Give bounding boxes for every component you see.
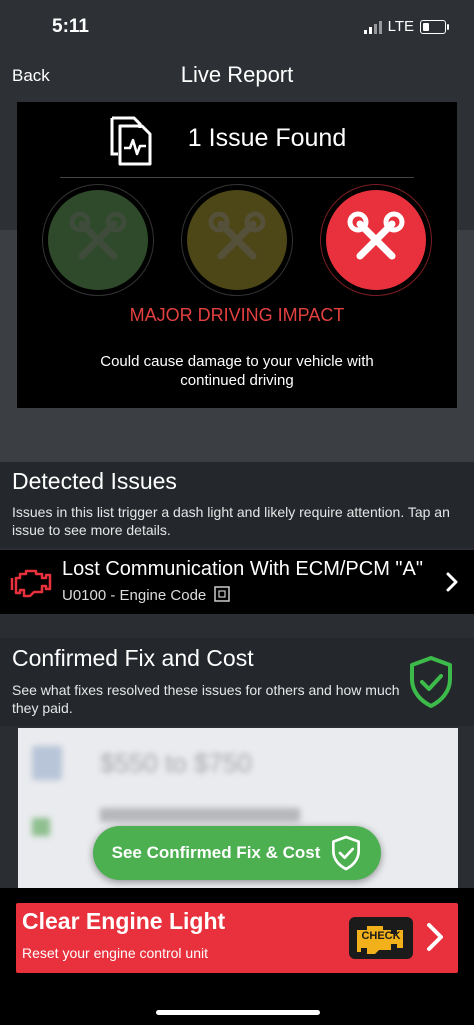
impact-description: Could cause damage to your vehicle with …: [100, 353, 374, 389]
blurred-icon: [32, 746, 62, 780]
blurred-price: $550 to $750: [100, 748, 252, 778]
detected-issues-description: Issues in this list trigger a dash light…: [12, 504, 450, 538]
clear-engine-light-title: Clear Engine Light: [22, 908, 226, 934]
blurred-line: [100, 808, 300, 822]
see-confirmed-fix-label: See Confirmed Fix & Cost: [111, 843, 321, 862]
tools-icon: [69, 211, 127, 260]
issue-code-text: U0100 - Engine Code: [62, 587, 207, 604]
shield-check-icon: [332, 835, 361, 871]
major-impact-circle: [326, 190, 426, 290]
issue-title: Lost Communication With ECM/PCM "A": [62, 558, 423, 580]
home-indicator[interactable]: [156, 1010, 320, 1015]
tools-icon: [347, 211, 405, 260]
check-engine-badge: CHECK: [349, 917, 413, 959]
issues-found-count: 1 Issue Found: [187, 124, 347, 152]
check-badge-label: CHECK: [361, 930, 401, 942]
issue-code: U0100 - Engine Code: [62, 586, 231, 604]
minor-impact-indicator: [42, 184, 154, 296]
check-engine-icon: [10, 566, 54, 603]
page-title: Live Report: [180, 62, 294, 87]
detected-issues-title: Detected Issues: [12, 468, 177, 494]
engine-code-icon: [214, 586, 231, 602]
see-confirmed-fix-button[interactable]: See Confirmed Fix & Cost: [93, 826, 381, 880]
moderate-impact-indicator: [181, 184, 293, 296]
tools-icon: [208, 211, 266, 260]
card-divider: [60, 177, 414, 178]
impact-level-label: MAJOR DRIVING IMPACT: [129, 305, 345, 325]
major-impact-indicator: [320, 184, 432, 296]
chevron-right-icon[interactable]: [446, 572, 458, 597]
shield-check-icon: [408, 655, 454, 714]
confirmed-fix-description: See what fixes resolved these issues for…: [12, 682, 400, 716]
minor-impact-circle: [48, 190, 148, 290]
chevron-right-icon[interactable]: [426, 922, 444, 957]
moderate-impact-circle: [187, 190, 287, 290]
clear-engine-light-description: Reset your engine control unit: [22, 945, 208, 961]
back-button[interactable]: Back: [12, 66, 50, 86]
status-indicators: LTE: [363, 18, 449, 35]
confirmed-fix-title: Confirmed Fix and Cost: [12, 645, 254, 671]
blurred-check: [32, 818, 50, 836]
network-label: LTE: [387, 18, 414, 35]
status-time: 5:11: [52, 16, 89, 37]
battery-icon: [420, 19, 449, 34]
signal-icon: [363, 20, 382, 34]
